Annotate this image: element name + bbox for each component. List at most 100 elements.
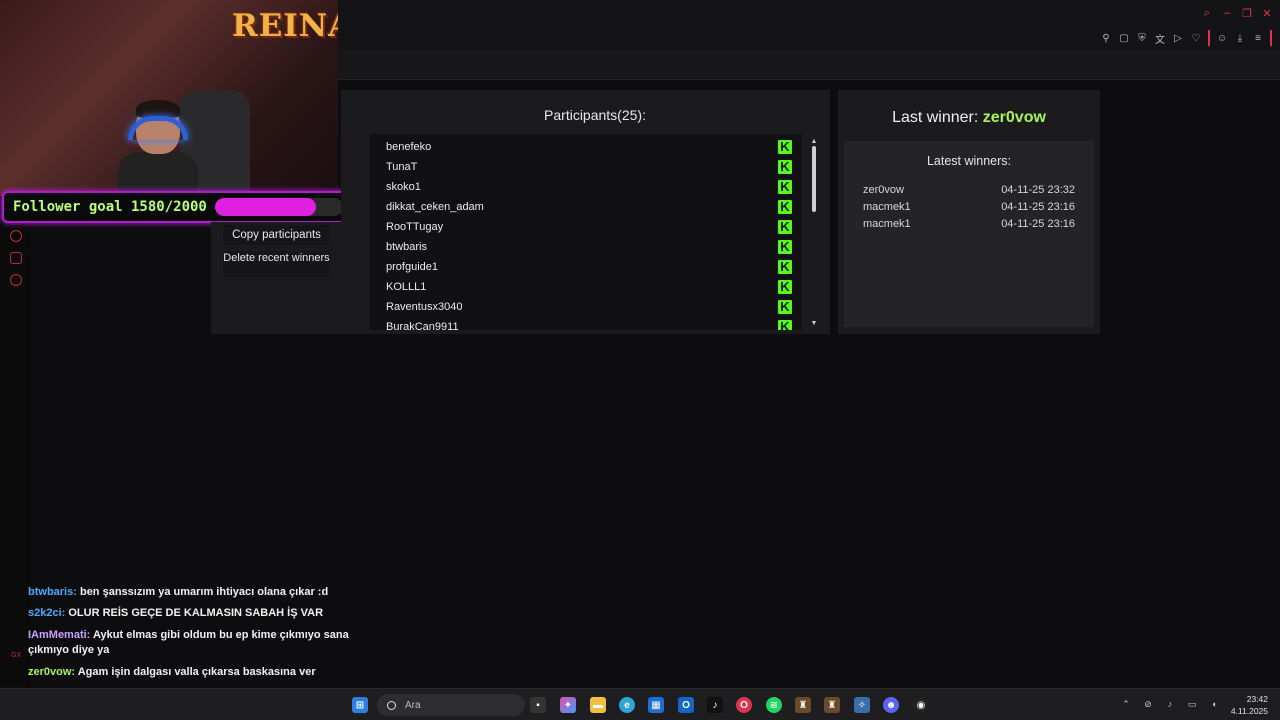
clock-date: 4.11.2025	[1230, 706, 1268, 716]
kick-icon: K	[778, 240, 792, 254]
network-icon[interactable]: ✧	[854, 697, 870, 713]
chat-message: btwbaris: ben şanssızım ya umarım ihtiya…	[28, 585, 368, 600]
participant-row[interactable]: Raventusx3040 K	[370, 296, 802, 316]
minimize-icon[interactable]: –	[1222, 7, 1232, 19]
scroll-up-icon[interactable]: ▲	[810, 138, 818, 146]
opera-gx-icon[interactable]: O	[736, 697, 752, 713]
store-icon[interactable]: ▦	[648, 697, 664, 713]
taskbar-clock[interactable]: 23:42 4.11.2025	[1231, 693, 1268, 717]
participant-row[interactable]: KOLLL1 K	[370, 276, 802, 296]
shield-icon[interactable]: ⛨	[1136, 32, 1148, 44]
kick-icon: K	[778, 260, 792, 274]
spotify-icon[interactable]: ≋	[766, 697, 782, 713]
chat-text: Agam işin dalgası valla çıkarsa baskasın…	[77, 666, 316, 678]
clock-time: 23:42	[1246, 694, 1268, 704]
participant-row[interactable]: TunaT K	[370, 156, 802, 176]
participant-row[interactable]: dikkat_ceken_adam K	[370, 196, 802, 216]
search-icon[interactable]: ⌕	[1202, 7, 1212, 19]
volume-icon[interactable]: ◖	[1208, 698, 1220, 710]
game-launcher-icon[interactable]: ♜	[795, 697, 811, 713]
tray-chevron-icon[interactable]: ⌃	[1120, 698, 1132, 710]
gx-icon: GX	[11, 652, 22, 659]
close-icon[interactable]: ✕	[1262, 8, 1272, 20]
window-controls: ⌕ – ❐ ✕	[1202, 7, 1272, 20]
kick-icon: K	[778, 160, 792, 174]
webcam-feed: REINA2	[0, 0, 338, 196]
taskbar-search[interactable]: Ara	[377, 694, 525, 716]
account-icon[interactable]: ☺	[1216, 32, 1228, 44]
latest-winners-box	[844, 141, 1094, 327]
last-winner-name: zer0vow	[982, 109, 1046, 126]
last-winner-label: Last winner:	[892, 109, 979, 126]
display-icon[interactable]: ▭	[1186, 698, 1198, 710]
participant-name: BurakCan9911	[386, 321, 459, 330]
microphone-icon[interactable]: ♪	[1164, 698, 1176, 710]
capture-icon[interactable]: ▢	[1118, 32, 1130, 44]
kick-icon: K	[778, 140, 792, 154]
participant-name: Raventusx3040	[386, 301, 463, 313]
game-launcher-2-icon[interactable]: ♜	[824, 697, 840, 713]
download-icon[interactable]: ⤓	[1234, 32, 1246, 44]
copilot-icon[interactable]: ✦	[560, 697, 576, 713]
chat-username[interactable]: btwbaris:	[28, 586, 77, 598]
participant-row[interactable]: BurakCan9911 K	[370, 316, 802, 330]
restore-icon[interactable]: ❐	[1242, 8, 1252, 20]
participant-name: benefeko	[386, 141, 432, 153]
discord-icon[interactable]: ☻	[883, 697, 899, 713]
edge-icon[interactable]: e	[619, 697, 635, 713]
heart-icon[interactable]: ♡	[1190, 32, 1202, 44]
file-manager-icon[interactable]: ▪	[530, 697, 546, 713]
tray-app-icon[interactable]: ⊘	[1142, 698, 1154, 710]
kick-icon: K	[778, 320, 792, 330]
kick-icon: K	[778, 300, 792, 314]
latest-winner-row: zer0vow 04-11-25 23:32	[863, 184, 1075, 196]
outlook-icon[interactable]: O	[678, 697, 694, 713]
history-icon[interactable]	[10, 230, 22, 242]
participants-list[interactable]: benefeko K TunaT Kskoko1 Kdikkat_ceken_adam K…	[370, 134, 802, 330]
browser-toolbar: ⚲ ▢ ⛨ 文 ▷ ♡ ☺ ⤓ ≡	[1100, 30, 1272, 46]
toolbar-accent-bar	[1270, 30, 1272, 46]
extensions-icon[interactable]	[10, 252, 22, 264]
latest-winner-date: 04-11-25 23:16	[1001, 201, 1075, 213]
latest-winner-date: 04-11-25 23:32	[1001, 184, 1075, 196]
participant-row[interactable]: profguide1 K	[370, 256, 802, 276]
participant-name: skoko1	[386, 181, 421, 193]
scroll-down-icon[interactable]: ▼	[810, 320, 818, 328]
latest-winner-row: macmek1 04-11-25 23:16	[863, 218, 1075, 230]
play-icon[interactable]: ▷	[1172, 32, 1184, 44]
settings-icon[interactable]	[10, 274, 22, 286]
taskbar-search-placeholder: Ara	[405, 699, 421, 711]
pin-icon[interactable]: ⚲	[1100, 32, 1112, 44]
participant-name: RooTTugay	[386, 221, 444, 233]
chat-message: IAmMemati: Aykut elmas gibi oldum bu ep …	[28, 628, 368, 658]
windows-start-icon[interactable]: ⊞	[352, 697, 368, 713]
translate-icon[interactable]: 文	[1154, 32, 1166, 46]
chat-message: s2k2ci: OLUR REİS GEÇE DE KALMASIN SABAH…	[28, 606, 368, 621]
participants-scrollbar[interactable]: ▲ ▼	[810, 138, 818, 328]
system-tray: ⌃ ⊘ ♪ ▭ ◖	[1120, 698, 1220, 710]
latest-winners-title: Latest winners:	[926, 154, 1012, 168]
menu-icon[interactable]: ≡	[1252, 32, 1264, 44]
obs-icon[interactable]: ◉	[913, 697, 929, 713]
chat-username[interactable]: zer0vow:	[28, 666, 75, 678]
kick-icon: K	[778, 220, 792, 234]
chat-username[interactable]: s2k2ci:	[28, 607, 65, 619]
participant-row[interactable]: btwbaris K	[370, 236, 802, 256]
folder-icon[interactable]: ▬	[590, 697, 606, 713]
search-icon	[387, 700, 396, 710]
chat-username[interactable]: IAmMemati:	[28, 629, 90, 641]
copy-participants-button[interactable]: Copy participants	[223, 225, 330, 245]
tiktok-icon[interactable]: ♪	[707, 697, 723, 713]
participant-row[interactable]: RooTTugay K	[370, 216, 802, 236]
scroll-thumb[interactable]	[812, 146, 816, 212]
kick-icon: K	[778, 280, 792, 294]
participant-row[interactable]: skoko1 K	[370, 176, 802, 196]
chat-message: zer0vow: Agam işin dalgası valla çıkarsa…	[28, 665, 368, 680]
latest-winner-date: 04-11-25 23:16	[1001, 218, 1075, 230]
reina2-logo: REINA2	[232, 8, 338, 44]
delete-recent-winners-button[interactable]: Delete recent winners	[223, 251, 330, 277]
participant-name: btwbaris	[386, 241, 427, 253]
participant-row[interactable]: benefeko K	[370, 136, 802, 156]
follower-goal-label: Follower goal 1580/2000	[13, 199, 207, 215]
taskbar: ⊞ Ara ▪ ✦ ▬ e ▦ O ♪ O ≋ ♜ ♜ ✧ ☻ ◉ ⌃ ⊘ ♪ …	[0, 688, 1280, 720]
